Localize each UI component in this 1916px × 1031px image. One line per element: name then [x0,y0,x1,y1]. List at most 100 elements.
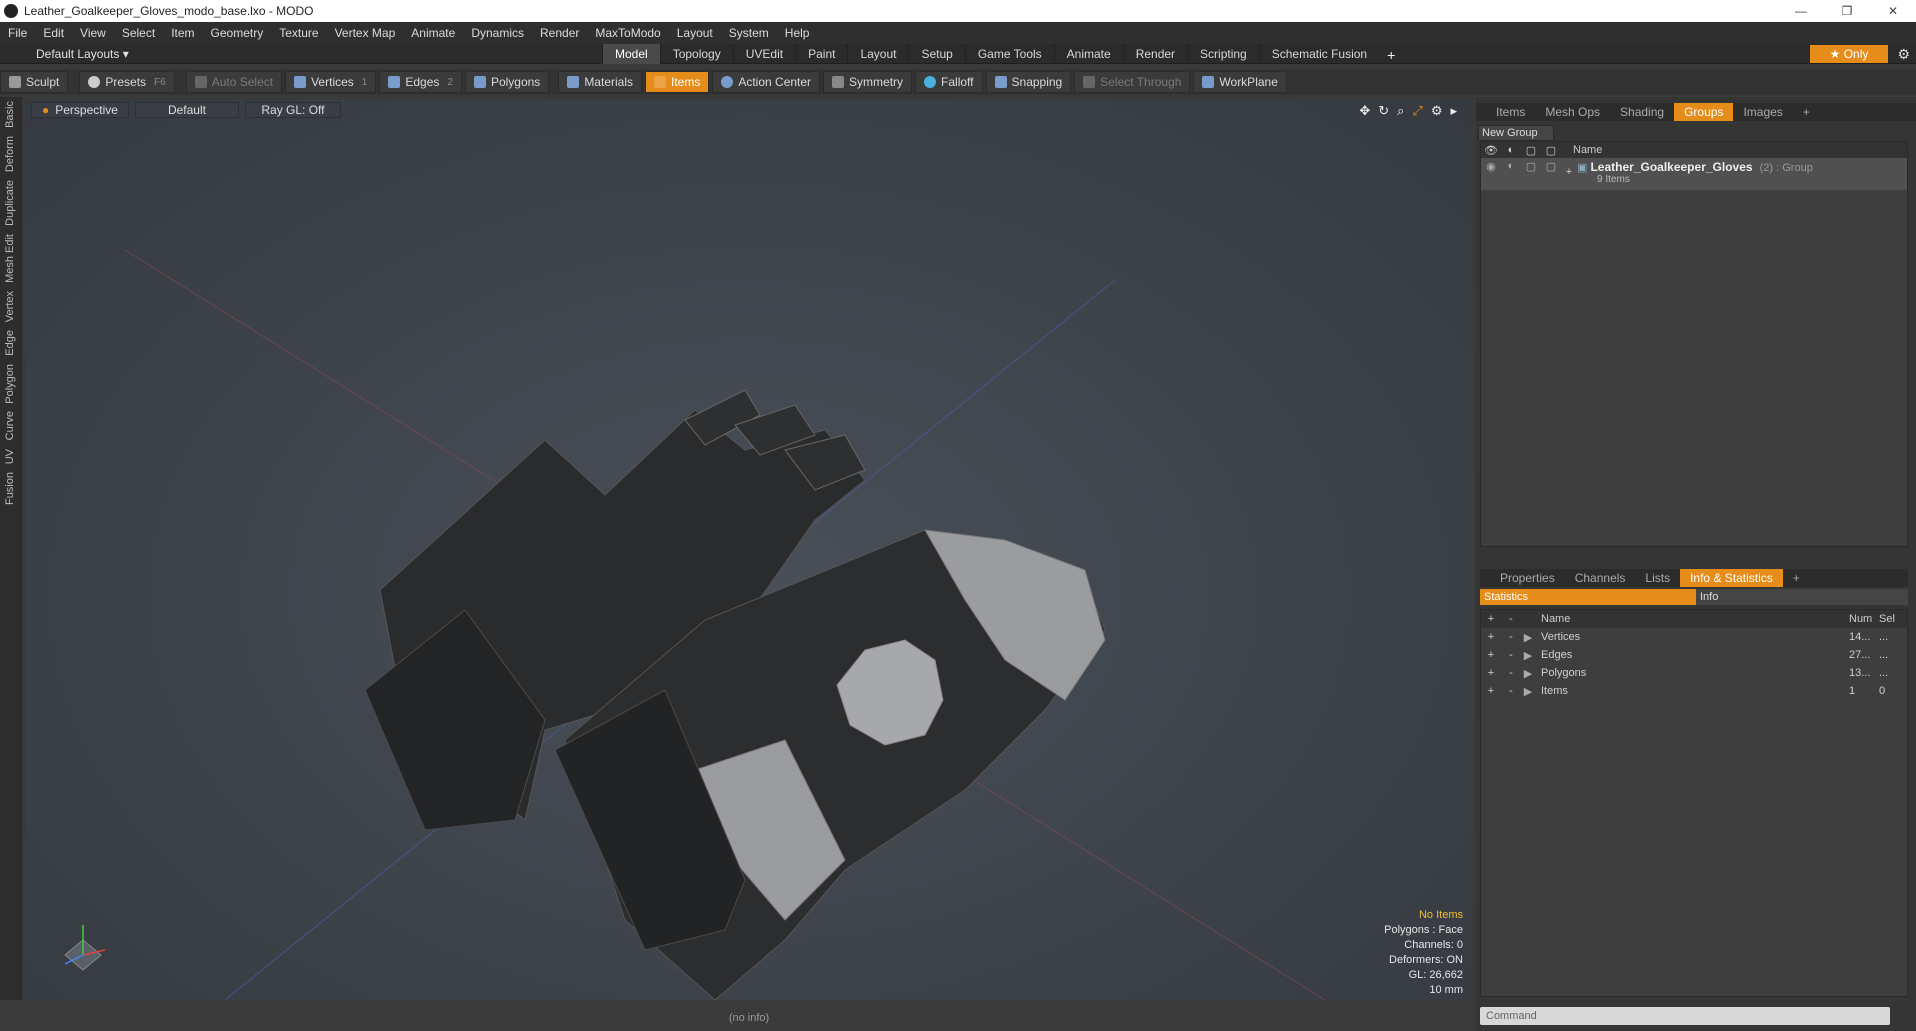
remove-icon[interactable]: - [1501,685,1521,697]
remove-icon[interactable]: - [1501,631,1521,643]
tab-model[interactable]: Model [602,43,660,64]
expand-arrow-icon[interactable]: ▶ [1521,685,1535,698]
info-subtab[interactable]: Info [1696,589,1908,605]
tab-properties[interactable]: Properties [1490,569,1565,587]
tab-topology[interactable]: Topology [659,43,733,64]
menu-help[interactable]: Help [777,26,818,40]
viewport-settings-icon[interactable]: ⚙ [1431,103,1443,119]
default-layouts-dropdown[interactable]: Default Layouts ▾ [0,47,139,61]
tab-layout[interactable]: Layout [847,43,908,64]
maximize-icon[interactable]: ❐ [1824,4,1870,18]
materials-button[interactable]: Materials [558,71,642,93]
select-through-button[interactable]: Select Through [1074,71,1191,93]
workplane-button[interactable]: WorkPlane [1193,71,1287,93]
tab-uvedit[interactable]: UVEdit [732,43,795,64]
pan-icon[interactable]: ✥ [1359,103,1370,119]
left-tab-mesh-edit[interactable]: Mesh Edit [0,230,20,287]
snapping-button[interactable]: Snapping [985,71,1072,93]
menu-system[interactable]: System [721,26,777,40]
polygons-button[interactable]: Polygons [464,71,550,93]
menu-file[interactable]: File [0,26,35,40]
expand-arrow-icon[interactable]: ▶ [1521,649,1535,662]
left-tab-vertex[interactable]: Vertex [0,287,20,326]
statistics-subtab[interactable]: Statistics [1480,589,1696,605]
add-panel-tab-icon[interactable]: + [1793,103,1820,121]
new-group-button[interactable]: New Group [1478,125,1554,141]
table-row[interactable]: + - ▶ Vertices 14...... [1481,628,1907,646]
left-tab-polygon[interactable]: Polygon [0,360,20,408]
auto-select-button[interactable]: Auto Select [185,71,283,93]
left-tab-basic[interactable]: Basic [0,97,20,132]
rotate-icon[interactable]: ↻ [1378,103,1389,119]
command-input[interactable]: Command [1480,1007,1890,1025]
falloff-button[interactable]: Falloff [915,71,983,93]
edges-button[interactable]: Edges 2 [379,71,462,93]
tab-scripting[interactable]: Scripting [1187,43,1259,64]
close-icon[interactable]: ✕ [1870,4,1916,18]
group-row[interactable]: ◉ ◐ ▢ ▢ + ▣ Leather_Goalkeeper_Gloves (2… [1481,158,1907,190]
left-tab-fusion[interactable]: Fusion [0,468,20,509]
expand-plus-icon[interactable]: + [1561,160,1577,178]
select-toggle-icon[interactable]: ▢ [1541,160,1561,173]
tab-shading[interactable]: Shading [1610,103,1674,121]
tab-lists[interactable]: Lists [1635,569,1680,587]
tab-mesh-ops[interactable]: Mesh Ops [1535,103,1610,121]
expand-arrow-icon[interactable]: ▶ [1521,631,1535,644]
action-center-button[interactable]: Action Center [712,71,821,93]
raygl-toggle[interactable]: Ray GL: Off [244,102,341,118]
presets-button[interactable]: Presets F6 [79,71,175,93]
add-tab-icon[interactable]: + [1379,44,1403,64]
visibility-icon[interactable]: ◉ [1481,160,1501,173]
table-row[interactable]: + - ▶ Polygons 13...... [1481,664,1907,682]
tab-game-tools[interactable]: Game Tools [964,43,1054,64]
sculpt-button[interactable]: Sculpt [0,71,69,93]
tab-render[interactable]: Render [1122,43,1187,64]
tab-groups[interactable]: Groups [1674,103,1734,121]
menu-edit[interactable]: Edit [35,26,72,40]
menu-texture[interactable]: Texture [271,26,326,40]
menu-maxtomodo[interactable]: MaxToModo [587,26,668,40]
menu-animate[interactable]: Animate [403,26,463,40]
zoom-icon[interactable]: ⌕ [1397,103,1404,119]
lock-toggle-icon[interactable]: ▢ [1521,160,1541,173]
left-tab-edge[interactable]: Edge [0,326,20,360]
expand-arrow-icon[interactable]: ▸ [1450,103,1457,119]
tab-schematic-fusion[interactable]: Schematic Fusion [1258,43,1379,64]
menu-layout[interactable]: Layout [669,26,721,40]
vertices-button[interactable]: Vertices 1 [285,71,377,93]
menu-vertex-map[interactable]: Vertex Map [327,26,404,40]
tab-images[interactable]: Images [1733,103,1792,121]
add-icon[interactable]: + [1481,685,1501,697]
table-row[interactable]: + - ▶ Items 1 0 [1481,682,1907,700]
add-bottom-tab-icon[interactable]: + [1783,569,1810,587]
tab-setup[interactable]: Setup [908,43,964,64]
tab-info-statistics[interactable]: Info & Statistics [1680,569,1783,587]
tab-paint[interactable]: Paint [795,43,847,64]
items-button[interactable]: Items [645,71,710,93]
table-row[interactable]: + - ▶ Edges 27...... [1481,646,1907,664]
left-tab-duplicate[interactable]: Duplicate [0,176,20,230]
3d-viewport[interactable]: ● Perspective Default Ray GL: Off ✥ ↻ ⌕ ⤢… [25,100,1473,1000]
menu-dynamics[interactable]: Dynamics [463,26,532,40]
remove-icon[interactable]: - [1501,667,1521,679]
menu-item[interactable]: Item [163,26,202,40]
add-icon[interactable]: + [1481,667,1501,679]
menu-view[interactable]: View [72,26,114,40]
add-icon[interactable]: + [1481,631,1501,643]
left-tab-deform[interactable]: Deform [0,132,20,176]
shading-dropdown[interactable]: Default [134,102,239,118]
tab-channels[interactable]: Channels [1565,569,1636,587]
add-icon[interactable]: + [1481,649,1501,661]
view-mode-dropdown[interactable]: ● Perspective [31,102,129,118]
expand-arrow-icon[interactable]: ▶ [1521,667,1535,680]
render-toggle-icon[interactable]: ◐ [1501,160,1521,172]
left-tab-curve[interactable]: Curve [0,407,20,444]
remove-all-icon[interactable]: - [1501,613,1521,625]
tab-animate[interactable]: Animate [1053,43,1123,64]
menu-select[interactable]: Select [114,26,163,40]
symmetry-button[interactable]: Symmetry [823,71,913,93]
minimize-icon[interactable]: — [1778,4,1824,18]
menu-render[interactable]: Render [532,26,587,40]
add-all-icon[interactable]: + [1481,613,1501,625]
tab-items[interactable]: Items [1486,103,1535,121]
